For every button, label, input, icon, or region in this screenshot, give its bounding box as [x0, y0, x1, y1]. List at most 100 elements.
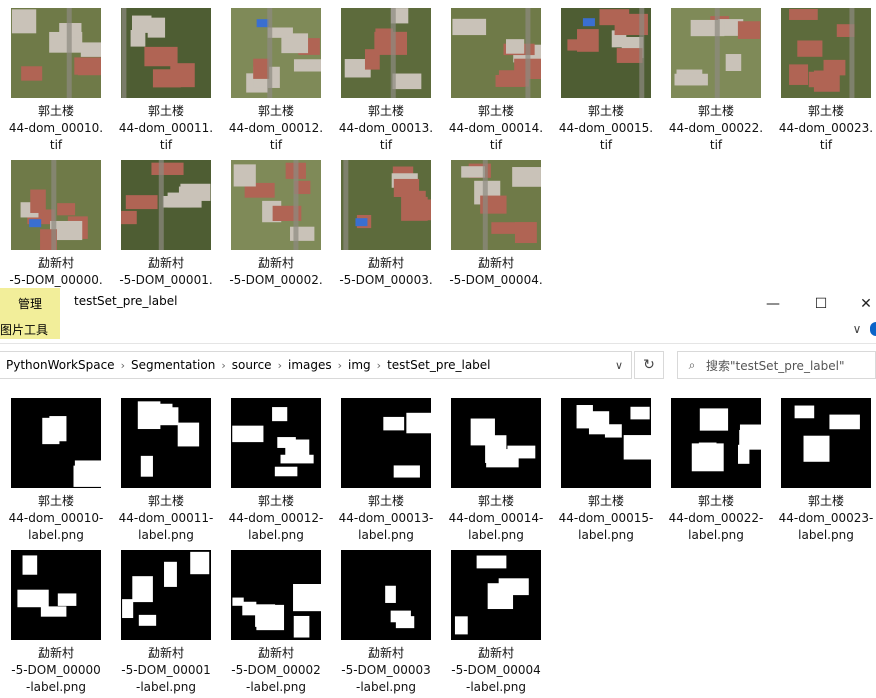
file-thumbnail[interactable]	[781, 8, 871, 98]
file-name-line: 郭土楼	[807, 104, 844, 118]
help-icon[interactable]	[870, 322, 876, 336]
file-name-line: 勐新村	[147, 256, 184, 270]
file-item[interactable]: 郭土楼 44-dom_00014- label.png	[441, 398, 551, 544]
file-item[interactable]: 勐新村 -5-DOM_00004 -label.png	[441, 550, 551, 696]
file-name-line: 44-dom_00022-	[668, 511, 764, 525]
file-item[interactable]: 郭土楼 44-dom_00023. tif	[771, 8, 876, 154]
file-name-line: -label.png	[25, 680, 86, 694]
file-item[interactable]: 勐新村 -5-DOM_00004.	[441, 160, 551, 288]
file-name: 郭土楼 44-dom_00014. tif	[441, 103, 551, 154]
file-item[interactable]: 郭土楼 44-dom_00012. tif	[221, 8, 331, 154]
file-thumbnail[interactable]	[451, 398, 541, 488]
minimize-button[interactable]: —	[750, 288, 796, 319]
file-item[interactable]: 勐新村 -5-DOM_00000.	[1, 160, 111, 288]
file-item[interactable]: 郭土楼 44-dom_00013- label.png	[331, 398, 441, 544]
search-input[interactable]: ⌕ 搜索"testSet_pre_label"	[677, 351, 876, 379]
file-thumbnail[interactable]	[341, 160, 431, 250]
file-name-line: 勐新村	[367, 256, 404, 270]
close-button[interactable]: ✕	[843, 288, 876, 319]
expand-ribbon-button[interactable]: ∨	[848, 320, 866, 338]
address-bar[interactable]: PythonWorkSpace › Segmentation › source › imag…	[0, 351, 632, 379]
file-thumbnail[interactable]	[121, 550, 211, 640]
breadcrumb-source[interactable]: source	[226, 358, 278, 372]
file-thumbnail[interactable]	[451, 550, 541, 640]
file-name-line: label.png	[578, 528, 634, 542]
file-thumbnail[interactable]	[341, 550, 431, 640]
ribbon-tab-picture-tools[interactable]: 图片工具	[0, 319, 60, 339]
file-thumbnail[interactable]	[11, 160, 101, 250]
file-item[interactable]: 郭土楼 44-dom_00013. tif	[331, 8, 441, 154]
file-thumbnail[interactable]	[231, 550, 321, 640]
file-item[interactable]: 勐新村 -5-DOM_00003 -label.png	[331, 550, 441, 696]
file-thumbnail[interactable]	[121, 160, 211, 250]
file-thumbnail[interactable]	[11, 550, 101, 640]
file-item[interactable]: 勐新村 -5-DOM_00000 -label.png	[1, 550, 111, 696]
file-item[interactable]: 郭土楼 44-dom_00022- label.png	[661, 398, 771, 544]
file-name-line: 44-dom_00013-	[338, 511, 434, 525]
file-item[interactable]: 郭土楼 44-dom_00015. tif	[551, 8, 661, 154]
file-name-line: -label.png	[465, 680, 526, 694]
file-item[interactable]: 勐新村 -5-DOM_00003.	[331, 160, 441, 288]
file-thumbnail[interactable]	[781, 398, 871, 488]
file-name-line: -5-DOM_00002	[231, 663, 321, 677]
file-item[interactable]: 郭土楼 44-dom_00010- label.png	[1, 398, 111, 544]
file-name-line: 郭土楼	[697, 104, 734, 118]
file-item[interactable]: 郭土楼 44-dom_00022. tif	[661, 8, 771, 154]
file-name-line: 44-dom_00023.	[778, 121, 874, 135]
file-name: 勐新村 -5-DOM_00001.	[111, 255, 221, 288]
file-item[interactable]: 勐新村 -5-DOM_00002 -label.png	[221, 550, 331, 696]
file-name-line: -5-DOM_00003	[341, 663, 431, 677]
file-name-line: 44-dom_00010-	[8, 511, 104, 525]
ribbon-bar	[0, 319, 876, 343]
file-name-line: 44-dom_00012-	[228, 511, 324, 525]
file-name-line: 郭土楼	[257, 494, 294, 508]
file-item[interactable]: 郭土楼 44-dom_00011- label.png	[111, 398, 221, 544]
file-thumbnail[interactable]	[121, 398, 211, 488]
file-thumbnail[interactable]	[231, 8, 321, 98]
file-thumbnail[interactable]	[561, 398, 651, 488]
file-name: 郭土楼 44-dom_00023- label.png	[771, 493, 876, 544]
file-name: 勐新村 -5-DOM_00000.	[1, 255, 111, 288]
maximize-button[interactable]: ☐	[798, 288, 844, 319]
file-item[interactable]: 郭土楼 44-dom_00015- label.png	[551, 398, 661, 544]
file-name: 勐新村 -5-DOM_00001 -label.png	[111, 645, 221, 696]
file-item[interactable]: 郭土楼 44-dom_00014. tif	[441, 8, 551, 154]
breadcrumb-images[interactable]: images	[282, 358, 338, 372]
file-name-line: tif	[269, 138, 283, 152]
file-thumbnail[interactable]	[341, 8, 431, 98]
breadcrumb-img[interactable]: img	[342, 358, 377, 372]
file-name-line: label.png	[28, 528, 84, 542]
file-thumbnail[interactable]	[671, 8, 761, 98]
label-file-grid: 郭土楼 44-dom_00010- label.png 郭土楼 44-dom_00011…	[0, 394, 876, 698]
file-thumbnail[interactable]	[231, 160, 321, 250]
file-name-line: 44-dom_00012.	[228, 121, 324, 135]
file-item[interactable]: 勐新村 -5-DOM_00001 -label.png	[111, 550, 221, 696]
file-item[interactable]: 勐新村 -5-DOM_00002.	[221, 160, 331, 288]
file-thumbnail[interactable]	[231, 398, 321, 488]
file-thumbnail[interactable]	[671, 398, 761, 488]
file-name: 勐新村 -5-DOM_00002.	[221, 255, 331, 288]
address-history-dropdown[interactable]: ∨	[606, 351, 632, 379]
file-thumbnail[interactable]	[121, 8, 211, 98]
file-item[interactable]: 郭土楼 44-dom_00011. tif	[111, 8, 221, 154]
ribbon-tab-manage[interactable]: 管理	[0, 288, 60, 319]
file-item[interactable]: 郭土楼 44-dom_00010. tif	[1, 8, 111, 154]
file-thumbnail[interactable]	[11, 8, 101, 98]
file-thumbnail[interactable]	[341, 398, 431, 488]
file-name: 郭土楼 44-dom_00013. tif	[331, 103, 441, 154]
breadcrumb-segmentation[interactable]: Segmentation	[125, 358, 221, 372]
file-item[interactable]: 勐新村 -5-DOM_00001.	[111, 160, 221, 288]
file-name-line: label.png	[468, 528, 524, 542]
breadcrumb-pythonworkspace[interactable]: PythonWorkSpace	[0, 358, 121, 372]
file-item[interactable]: 郭土楼 44-dom_00023- label.png	[771, 398, 876, 544]
breadcrumb-testset_pre_label[interactable]: testSet_pre_label	[381, 358, 496, 372]
refresh-button[interactable]: ↻	[634, 351, 664, 379]
file-name: 郭土楼 44-dom_00015- label.png	[551, 493, 661, 544]
file-thumbnail[interactable]	[11, 398, 101, 488]
file-name: 郭土楼 44-dom_00010. tif	[1, 103, 111, 154]
file-thumbnail[interactable]	[451, 160, 541, 250]
file-name: 勐新村 -5-DOM_00004 -label.png	[441, 645, 551, 696]
file-thumbnail[interactable]	[561, 8, 651, 98]
file-item[interactable]: 郭土楼 44-dom_00012- label.png	[221, 398, 331, 544]
file-thumbnail[interactable]	[451, 8, 541, 98]
